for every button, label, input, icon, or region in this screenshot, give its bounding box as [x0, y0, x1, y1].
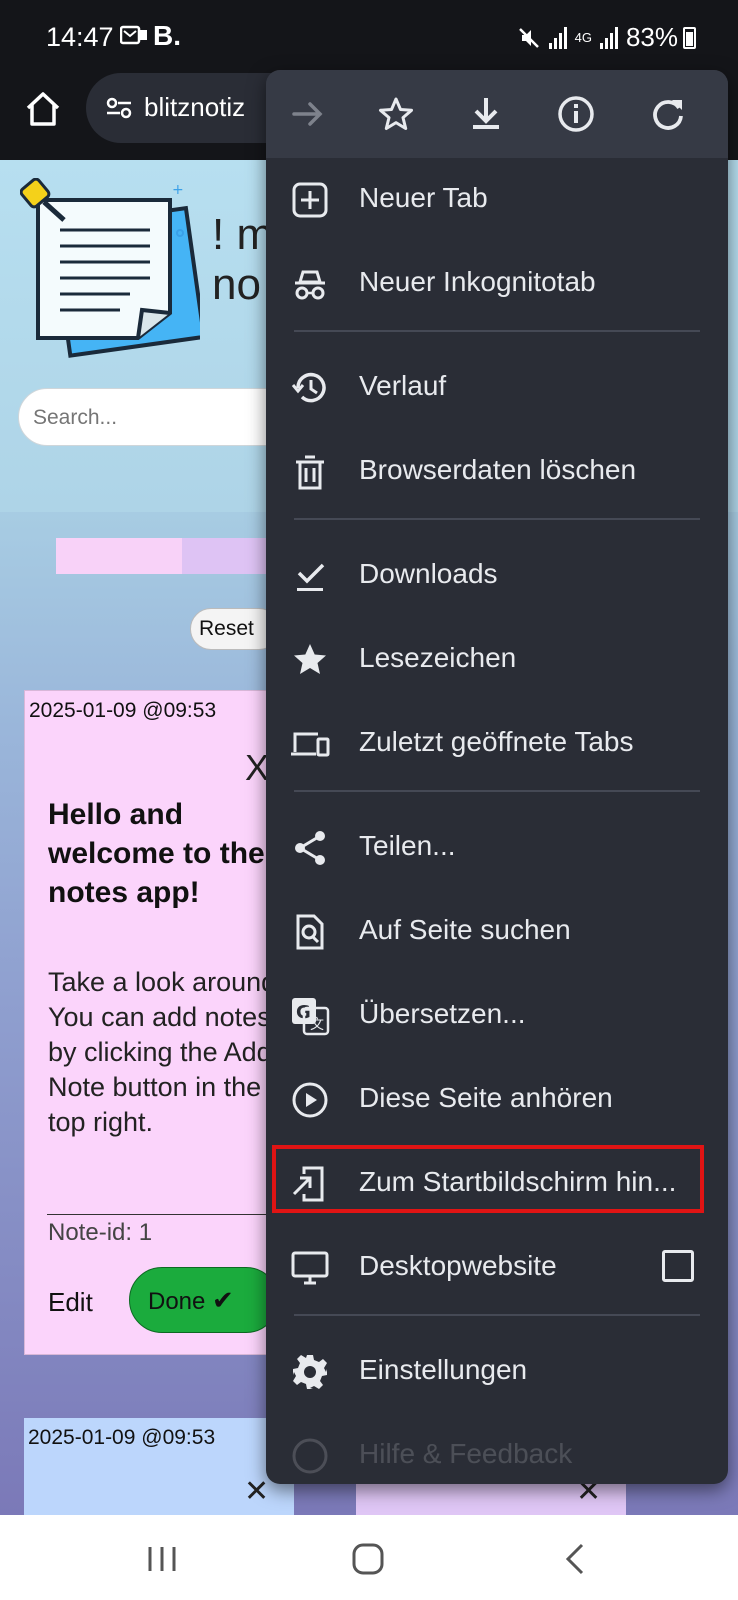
- incognito-icon: [295, 270, 325, 300]
- gear-icon: [293, 1355, 327, 1389]
- status-bar: 14:47 B. 4G 83%: [0, 0, 738, 76]
- notification-icon: [119, 24, 148, 52]
- note-done-button[interactable]: Done ✔: [129, 1267, 279, 1333]
- help-icon: [292, 1438, 328, 1474]
- color-filter-purple[interactable]: [182, 538, 272, 574]
- menu-item-incognito[interactable]: Neuer Inkognitotab: [266, 242, 728, 326]
- home-nav-icon[interactable]: [348, 1539, 388, 1579]
- check-icon: ✔: [212, 1284, 234, 1315]
- share-icon: [295, 831, 325, 865]
- menu-item-label: Verlauf: [359, 370, 447, 401]
- menu-item-label: Diese Seite anhören: [359, 1082, 613, 1113]
- new-tab-icon: [292, 182, 328, 218]
- history-icon: [291, 372, 326, 403]
- find-in-page-icon: [296, 914, 324, 950]
- menu-item-settings[interactable]: Einstellungen: [266, 1330, 728, 1414]
- desktop-site-checkbox[interactable]: [662, 1250, 694, 1282]
- signal-icon-2: [599, 26, 618, 49]
- highlight-box-add-to-home: [272, 1145, 704, 1213]
- menu-divider: [294, 518, 700, 520]
- page-title-fragment: ! m no: [212, 210, 273, 310]
- downloads-check-icon: [297, 563, 325, 591]
- network-type: 4G: [574, 30, 592, 45]
- battery-icon: [683, 27, 696, 49]
- status-right-icons: 4G 83%: [517, 22, 678, 53]
- desktop-icon: [291, 1251, 329, 1285]
- menu-item-label: Hilfe & Feedback: [359, 1438, 573, 1469]
- page-title-line-2: no: [212, 260, 261, 309]
- menu-divider: [294, 330, 700, 332]
- note-id: Note-id: 1: [48, 1219, 153, 1246]
- browser-overflow-menu: Neuer Tab Neuer Inkognitotab Verlauf Bro…: [266, 70, 728, 1484]
- menu-item-label: Neuer Inkognitotab: [359, 266, 596, 297]
- done-label: Done: [148, 1287, 206, 1315]
- menu-divider: [294, 1314, 700, 1316]
- note-date: 2025-01-09 @09:53: [29, 699, 217, 722]
- android-navigation-bar: [0, 1515, 738, 1600]
- menu-item-label: Auf Seite suchen: [359, 914, 571, 945]
- reload-icon[interactable]: [646, 92, 690, 136]
- menu-item-find-in-page[interactable]: Auf Seite suchen: [266, 890, 728, 974]
- menu-item-history[interactable]: Verlauf: [266, 346, 728, 430]
- menu-item-clear-data[interactable]: Browserdaten löschen: [266, 430, 728, 514]
- download-icon[interactable]: [464, 92, 508, 136]
- note-edit-button[interactable]: Edit: [48, 1287, 93, 1318]
- menu-item-help[interactable]: Hilfe & Feedback: [266, 1414, 728, 1484]
- recent-apps-icon[interactable]: [142, 1539, 182, 1579]
- menu-item-label: Desktopwebsite: [359, 1250, 557, 1281]
- page-title-line-1: ! m: [212, 210, 274, 259]
- menu-toolbar: [266, 70, 728, 158]
- menu-item-recent-tabs[interactable]: Zuletzt geöffnete Tabs: [266, 702, 728, 786]
- menu-item-downloads[interactable]: Downloads: [266, 534, 728, 618]
- svg-text:文: 文: [310, 1017, 324, 1033]
- note-divider: [47, 1214, 295, 1215]
- forward-icon[interactable]: [286, 92, 330, 136]
- menu-item-label: Lesezeichen: [359, 642, 517, 673]
- bookmark-star-icon[interactable]: [374, 92, 418, 136]
- battery-percent: 83%: [625, 22, 678, 52]
- menu-divider: [294, 790, 700, 792]
- note-card-2: 2025-01-09 @09:53 ✕: [24, 1418, 294, 1515]
- menu-item-label: Übersetzen...: [359, 998, 526, 1029]
- menu-item-bookmarks[interactable]: Lesezeichen: [266, 618, 728, 702]
- trash-icon: [296, 455, 324, 490]
- site-settings-icon[interactable]: [106, 97, 132, 119]
- back-icon[interactable]: [556, 1539, 596, 1579]
- note-card: 2025-01-09 @09:53 X Hello and welcome to…: [24, 690, 295, 1355]
- mute-icon: [518, 27, 539, 48]
- note-title: Hello and welcome to the notes app!: [48, 798, 265, 909]
- search-input[interactable]: [33, 403, 293, 433]
- menu-item-new-tab[interactable]: Neuer Tab: [266, 158, 728, 242]
- menu-item-translate[interactable]: G文 Übersetzen...: [266, 974, 728, 1058]
- play-circle-icon: [292, 1082, 328, 1118]
- menu-item-share[interactable]: Teilen...: [266, 806, 728, 890]
- notes-logo: +: [20, 178, 200, 358]
- menu-item-label: Einstellungen: [359, 1354, 528, 1385]
- menu-item-label: Zuletzt geöffnete Tabs: [359, 726, 634, 757]
- status-time: 14:47: [46, 22, 114, 52]
- color-filter-pink[interactable]: [56, 538, 182, 574]
- menu-item-label: Neuer Tab: [359, 182, 488, 213]
- menu-item-desktop-site[interactable]: Desktopwebsite: [266, 1226, 728, 1310]
- note-body: Take a look around. You can add notes by…: [48, 967, 284, 1137]
- home-icon[interactable]: [22, 88, 64, 130]
- info-icon[interactable]: [554, 92, 598, 136]
- menu-item-label: Downloads: [359, 558, 498, 589]
- menu-item-label: Teilen...: [359, 830, 456, 861]
- app-notification-label: B.: [153, 20, 181, 51]
- menu-item-label: Browserdaten löschen: [359, 454, 637, 485]
- devices-icon: [291, 732, 330, 757]
- menu-item-listen[interactable]: Diese Seite anhören: [266, 1058, 728, 1142]
- note-date-2: 2025-01-09 @09:53: [28, 1426, 216, 1449]
- star-filled-icon: [294, 644, 326, 674]
- svg-text:+: +: [172, 182, 184, 198]
- translate-icon: G文: [292, 998, 330, 1036]
- signal-icon: [548, 26, 567, 49]
